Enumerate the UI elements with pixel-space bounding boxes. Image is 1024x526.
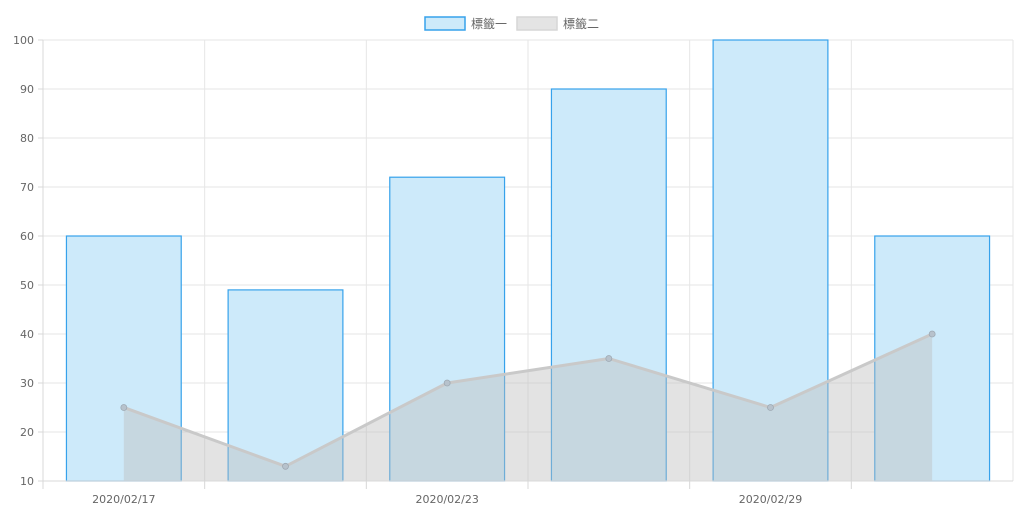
x-tick-label: 2020/02/23 — [415, 493, 478, 506]
y-tick-label: 20 — [20, 426, 34, 439]
legend-label-series-1[interactable]: 標籤一 — [471, 16, 507, 31]
legend-swatch-series-1[interactable] — [424, 16, 466, 31]
point-series-2[interactable] — [120, 404, 128, 411]
x-tick-label: 2020/02/29 — [739, 493, 802, 506]
y-tick-label: 50 — [20, 279, 34, 292]
y-tick-label: 60 — [20, 230, 34, 243]
point-series-2[interactable] — [282, 462, 289, 470]
y-tick-label: 80 — [20, 132, 34, 145]
y-tick-label: 30 — [20, 377, 34, 390]
point-series-2[interactable] — [767, 404, 774, 411]
y-tick-label: 10 — [20, 475, 34, 488]
x-tick-label: 2020/02/17 — [92, 493, 155, 506]
legend: 標籤一 標籤二 — [424, 16, 599, 31]
legend-item-series-1[interactable]: 標籤一 — [424, 16, 507, 31]
y-tick-label: 70 — [20, 181, 34, 194]
y-tick-label: 90 — [20, 83, 34, 96]
point-series-2[interactable] — [605, 355, 613, 362]
point-series-2[interactable] — [928, 330, 936, 338]
legend-label-series-2[interactable]: 標籤二 — [563, 16, 599, 31]
legend-item-series-2[interactable]: 標籤二 — [516, 16, 599, 31]
legend-swatch-series-2[interactable] — [516, 16, 558, 31]
chart-container: 10 20 30 40 50 60 70 80 90 100 2020/02/17 2020/02/2… — [0, 0, 1024, 526]
chart-svg: 10 20 30 40 50 60 70 80 90 100 2020/02/17 2020/02/2… — [13, 16, 1014, 506]
y-tick-label: 100 — [13, 34, 34, 47]
y-tick-label: 40 — [20, 328, 34, 341]
point-series-2[interactable] — [443, 379, 451, 387]
